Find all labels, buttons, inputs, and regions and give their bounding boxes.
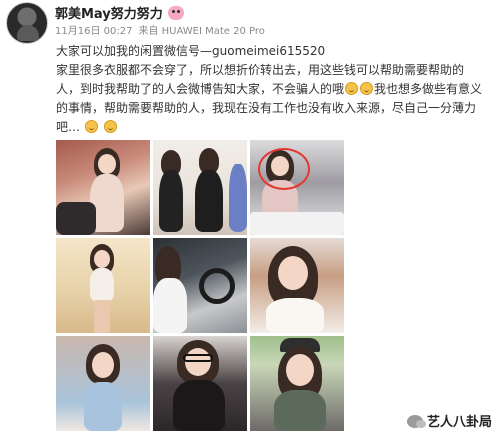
post-text: 大家可以加我的闲置微信号—guomeimei615520 家里很多衣服都不会穿了…	[56, 42, 496, 137]
post-line: 的事情，帮助需要帮助的人，我现在没有工作也没有收入来源，尽自己一分薄力	[56, 101, 477, 115]
photo-figure	[195, 170, 223, 232]
photo-9[interactable]	[250, 336, 344, 431]
photo-figure	[94, 300, 110, 333]
watermark-label: 艺人八卦局	[426, 415, 492, 430]
grin-emoji-icon	[103, 120, 117, 133]
photo-figure	[94, 250, 110, 268]
post-source: 来自 HUAWEI Mate 20 Pro	[138, 26, 265, 37]
photo-figure	[286, 354, 314, 386]
steering-wheel	[199, 268, 235, 304]
photo-figure	[278, 256, 308, 290]
photo-4[interactable]	[56, 238, 150, 333]
level-badge-icon	[167, 6, 184, 20]
photo-figure	[274, 390, 326, 431]
photo-figure	[266, 298, 324, 333]
post-meta: 11月16日 00:27 来自 HUAWEI Mate 20 Pro	[55, 22, 271, 37]
post-line: 家里很多衣服都不会穿了，所以想折价转出去，用这些钱可以帮助需要帮助的	[56, 63, 465, 77]
photo-figure	[92, 352, 114, 378]
username-label: 郭美May努力努力	[55, 7, 163, 22]
post-line-part: 人，到时我帮助了的人会微博告知大家，不会骗人的哦	[56, 82, 345, 96]
post-line-part: 我也想多做些有意义	[374, 82, 483, 96]
avatar[interactable]	[6, 2, 48, 44]
photo-figure	[185, 348, 211, 376]
post-line: 吧…	[56, 118, 496, 137]
grin-emoji-icon	[84, 120, 98, 133]
grin-emoji-icon	[360, 82, 374, 95]
photo-figure	[98, 154, 116, 174]
highlight-circle	[258, 148, 310, 190]
photo-figure	[84, 382, 122, 431]
watermark: 艺人八卦局	[406, 411, 492, 430]
post-header: 郭美May努力努力 11月16日 00:27 来自 HUAWEI Mate 20 …	[0, 0, 500, 44]
post-line: 人，到时我帮助了的人会微博告知大家，不会骗人的哦 我也想多做些有意义	[56, 80, 496, 99]
photo-grid	[56, 140, 346, 432]
photo-figure	[159, 170, 183, 232]
post-date: 11月16日 00:27	[55, 26, 133, 37]
wechat-icon	[406, 415, 426, 428]
photo-1[interactable]	[56, 140, 150, 235]
photo-2[interactable]	[153, 140, 247, 235]
photo-figure	[153, 278, 187, 333]
photo-5[interactable]	[153, 238, 247, 333]
photo-figure	[173, 380, 225, 431]
photo-figure	[229, 164, 247, 232]
username[interactable]: 郭美May努力努力	[55, 3, 184, 22]
post-line: 大家可以加我的闲置微信号—guomeimei615520	[56, 44, 326, 58]
grin-emoji-icon	[345, 82, 359, 95]
photo-6[interactable]	[250, 238, 344, 333]
photo-7[interactable]	[56, 336, 150, 431]
photo-figure	[90, 268, 114, 302]
photo-8[interactable]	[153, 336, 247, 431]
post-line-part: 吧…	[56, 120, 81, 134]
photo-car	[250, 212, 344, 235]
glasses-icon	[183, 354, 213, 362]
photo-car	[56, 202, 96, 235]
